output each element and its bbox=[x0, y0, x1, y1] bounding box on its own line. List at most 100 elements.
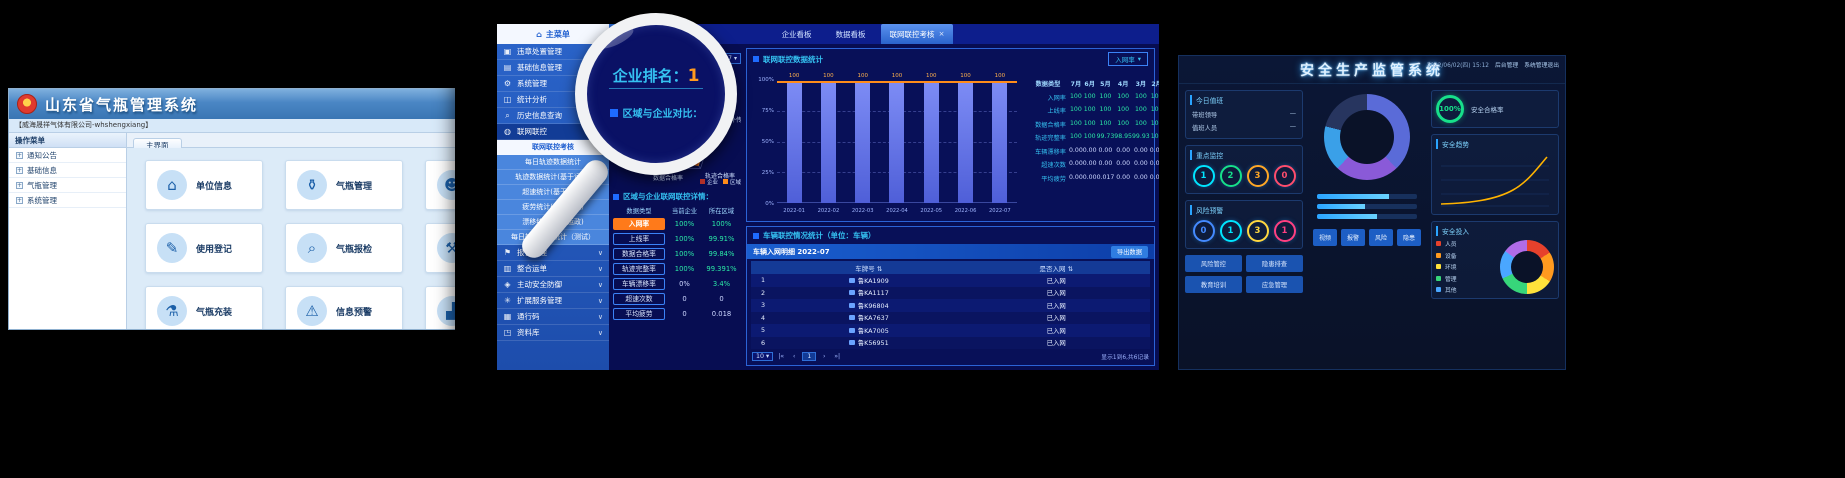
nav-item[interactable]: ▦ 通行码 ∨ bbox=[497, 309, 609, 325]
quick-button[interactable]: 风险 bbox=[1369, 229, 1393, 246]
nav-subitem[interactable]: 联网联控考核 bbox=[497, 140, 609, 155]
vehicle-header-row: 车辆联控情况统计（单位：车辆） bbox=[747, 227, 1154, 244]
nav-subitem[interactable]: 每日轨迹数据统计 bbox=[497, 155, 609, 170]
metric-pill[interactable]: 轨迹完整率 bbox=[613, 263, 665, 275]
nav-item[interactable]: ◳ 资料库 ∨ bbox=[497, 325, 609, 341]
module-tile[interactable]: ⚒ bbox=[425, 223, 459, 273]
module-tile[interactable]: ⌂ 单位信息 bbox=[145, 160, 263, 210]
metric-pill[interactable]: 超速次数 bbox=[613, 293, 665, 305]
quick-button[interactable]: 报警 bbox=[1341, 229, 1365, 246]
content-tab[interactable]: 联网联控考核 × bbox=[881, 24, 954, 44]
action-button[interactable]: 应急管理 bbox=[1246, 276, 1303, 293]
vehicle-rows: 1 鲁KA1909 已入网 2 鲁KA1117 已入网 3 鲁K96804 bbox=[751, 274, 1150, 349]
action-buttons: 风险管控隐患排查教育培训应急管理 bbox=[1185, 255, 1303, 293]
monthly-cell: 0.00 bbox=[1132, 174, 1150, 183]
sidebar-item[interactable]: + 通知公告 bbox=[9, 148, 126, 163]
collapse-sidebar-icon[interactable]: « bbox=[673, 24, 687, 44]
export-button[interactable]: 导出数据 bbox=[1111, 246, 1148, 258]
module-tile[interactable]: ⚱ 气瓶管理 bbox=[285, 160, 403, 210]
module-tile[interactable]: ▟ bbox=[425, 286, 459, 329]
nav-subitem[interactable]: 每日轨迹数据统计（测试） bbox=[497, 230, 609, 245]
vehicle-row[interactable]: 2 鲁KA1117 已入网 bbox=[751, 287, 1150, 300]
action-button[interactable]: 教育培训 bbox=[1185, 276, 1242, 293]
nav-subitem[interactable]: 疲劳统计(基于运政) bbox=[497, 200, 609, 215]
caret-down-icon: ▾ bbox=[1138, 55, 1141, 63]
plate-cell: 鲁KA1117 bbox=[775, 288, 963, 297]
action-button[interactable]: 隐患排查 bbox=[1246, 255, 1303, 272]
sidebar-item[interactable]: + 系统管理 bbox=[9, 193, 126, 208]
expand-plus-icon[interactable]: + bbox=[16, 152, 23, 159]
content-tab[interactable]: 数据看板 bbox=[827, 24, 879, 44]
pager-prev[interactable]: ‹ bbox=[789, 353, 799, 360]
left-app-body: 操作菜单 + 通知公告 + 基础信息 + 气瓶管理 + 系统管理 主界面 bbox=[9, 133, 459, 329]
quick-button[interactable]: 视频 bbox=[1313, 229, 1337, 246]
nav-item-label: 资料库 bbox=[517, 327, 540, 338]
page-number[interactable]: 1 bbox=[802, 352, 816, 361]
status-col-header[interactable]: 是否入网 ⇅ bbox=[963, 263, 1151, 273]
quick-button[interactable]: 隐患 bbox=[1397, 229, 1421, 246]
pager-next[interactable]: › bbox=[819, 353, 829, 360]
module-tile[interactable]: ⚠ 信息预警 bbox=[285, 286, 403, 329]
expand-plus-icon[interactable]: + bbox=[16, 197, 23, 204]
truck-icon bbox=[849, 340, 855, 345]
nav-item[interactable]: ⚑ 报警管理 ∨ bbox=[497, 245, 609, 261]
vehicle-row[interactable]: 6 鲁K56951 已入网 bbox=[751, 337, 1150, 350]
bar-value-label: 100 bbox=[823, 73, 834, 79]
nav-item[interactable]: ◫ 统计分析 ∨ bbox=[497, 92, 609, 108]
expand-plus-icon[interactable]: + bbox=[16, 182, 23, 189]
monthly-cell: 100 bbox=[1114, 93, 1132, 102]
module-tile[interactable]: ⌕ 气瓶报检 bbox=[285, 223, 403, 273]
sidebar-item[interactable]: + 基础信息 bbox=[9, 163, 126, 178]
metric-pill[interactable]: 数据合格率 bbox=[613, 248, 665, 260]
nav-item[interactable]: ✳ 扩展服务管理 ∨ bbox=[497, 293, 609, 309]
metric-pill[interactable]: 入网率 bbox=[613, 218, 665, 230]
page-size-select[interactable]: 10 ▾ bbox=[752, 352, 773, 361]
sort-icon[interactable]: ⇅ bbox=[877, 265, 882, 273]
expand-plus-icon[interactable]: + bbox=[16, 167, 23, 174]
sort-icon[interactable]: ⇅ bbox=[1068, 265, 1073, 273]
action-button[interactable]: 风险管控 bbox=[1185, 255, 1242, 272]
nav-item[interactable]: ▣ 违章处置管理 ∨ bbox=[497, 44, 609, 60]
sidebar-item[interactable]: + 气瓶管理 bbox=[9, 178, 126, 193]
right-col-middle: 视频报警风险隐患 bbox=[1309, 90, 1425, 363]
nav-item[interactable]: ▥ 整合运单 ∨ bbox=[497, 261, 609, 277]
nav-subitem[interactable]: 轨迹数据统计(基于运政) bbox=[497, 170, 609, 185]
nav-subitem[interactable]: 漂移统计(基于运政) bbox=[497, 215, 609, 230]
tab-close-icon[interactable]: × bbox=[939, 30, 945, 38]
pager-first[interactable]: |« bbox=[776, 353, 786, 360]
monthly-cell: 0.00 bbox=[1132, 147, 1150, 156]
nav-item[interactable]: ◈ 主动安全防御 ∨ bbox=[497, 277, 609, 293]
vehicle-row[interactable]: 5 鲁KA7005 已入网 bbox=[751, 324, 1150, 337]
nav-item[interactable]: ▤ 基础信息管理 ∨ bbox=[497, 60, 609, 76]
vehicle-list-menu[interactable]: ▣ 车辆列表 bbox=[609, 24, 673, 44]
plate-col-header[interactable]: 车牌号 ⇅ bbox=[775, 263, 963, 273]
monthly-row-label: 超速次数 bbox=[1027, 160, 1069, 169]
pager-last[interactable]: »| bbox=[832, 353, 842, 360]
metric-pill[interactable]: 平均疲劳 bbox=[613, 308, 665, 320]
query-date-select[interactable]: 2022-07 ▾ bbox=[703, 53, 741, 64]
metric-pill[interactable]: 车辆漂移率 bbox=[613, 278, 665, 290]
module-tile[interactable]: ✎ 使用登记 bbox=[145, 223, 263, 273]
nav-item[interactable]: ◍ 联网联控 bbox=[497, 124, 609, 140]
module-tile[interactable]: ☻ bbox=[425, 160, 459, 210]
nav-item[interactable]: ⌕ 历史信息查询 ∨ bbox=[497, 108, 609, 124]
vehicle-row[interactable]: 4 鲁KA7637 已入网 bbox=[751, 312, 1150, 325]
content-tab[interactable]: 企业看板 bbox=[773, 24, 825, 44]
vehicle-row[interactable]: 1 鲁KA1909 已入网 bbox=[751, 274, 1150, 287]
metric-select[interactable]: 入网率 ▾ bbox=[1108, 52, 1148, 66]
nav-subitem[interactable]: 超速统计(基于运政) bbox=[497, 185, 609, 200]
admin-link[interactable]: 后台管理 bbox=[1495, 60, 1518, 69]
x-axis-label: 2022-06 bbox=[955, 208, 977, 214]
nav-item[interactable]: ⚙ 系统管理 bbox=[497, 76, 609, 92]
module-tile[interactable]: ⚗ 气瓶充装 bbox=[145, 286, 263, 329]
row-number: 6 bbox=[751, 339, 775, 347]
logout-link[interactable]: 系统管理退出 bbox=[1524, 60, 1559, 69]
home-menu[interactable]: ⌂ 主菜单 bbox=[497, 24, 609, 44]
nav-item-icon: ▣ bbox=[503, 47, 512, 56]
radar-label-upper-right: 遮拦补传率 bbox=[718, 116, 741, 124]
metric-pill[interactable]: 上线率 bbox=[613, 233, 665, 245]
bars: 100 2022-01 100 2022-02 100 bbox=[777, 81, 1017, 203]
operation-menu-sidebar: 操作菜单 + 通知公告 + 基础信息 + 气瓶管理 + 系统管理 bbox=[9, 133, 127, 329]
vehicle-row[interactable]: 3 鲁K96804 已入网 bbox=[751, 299, 1150, 312]
nav-item-label: 基础信息管理 bbox=[517, 62, 562, 73]
